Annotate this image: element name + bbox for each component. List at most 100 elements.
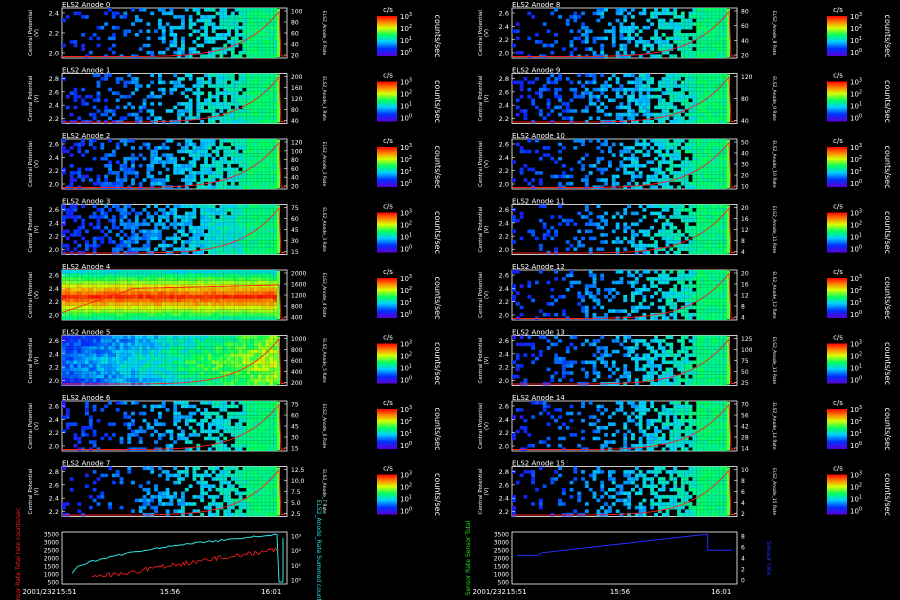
spectrogram-cell [188, 116, 193, 120]
spectrogram-cell [173, 277, 178, 281]
spectrogram-cell [265, 208, 270, 212]
spectrogram-cell [73, 312, 78, 317]
spectrogram-cell [111, 215, 116, 219]
spectrogram-cell [684, 25, 689, 30]
spectrogram-cell [257, 346, 262, 350]
left-y-axis: 2.62.42.22.0Central Potential (V) [28, 272, 65, 320]
spectrogram-cell [269, 43, 274, 48]
spectrogram-cell [242, 47, 247, 51]
spectrogram-cell [188, 309, 193, 313]
spectrogram-cell [707, 47, 712, 51]
spectrogram-cell [65, 411, 70, 416]
spectrogram-cell [265, 50, 270, 55]
spectrogram-cell [619, 33, 624, 37]
spectrogram-cell [269, 236, 274, 241]
spectrogram-cell [134, 312, 139, 317]
spectrogram-cell [542, 22, 547, 26]
spectrogram-cell [238, 218, 243, 223]
spectrogram-cell [62, 505, 66, 510]
spectrogram-cell [230, 15, 235, 19]
spectrogram-cell [204, 381, 208, 386]
spectrogram-cell [177, 498, 182, 503]
spectrogram-cell [115, 360, 120, 365]
spectrogram-cell [565, 105, 570, 110]
spectrogram-cell [250, 401, 254, 405]
spectrogram-cell [204, 233, 208, 237]
spectrogram-cell [665, 25, 670, 30]
spectrogram-cell [627, 29, 632, 33]
spectrogram-cell [230, 54, 235, 58]
colorbar: c/s100101102103 counts/sec [377, 6, 442, 57]
spectrogram-cell [273, 498, 278, 503]
spectrogram-cell [173, 33, 178, 37]
spectrogram-cell [150, 167, 155, 172]
spectrogram-cell [261, 164, 266, 168]
spectrogram-cell [196, 353, 201, 357]
spectrogram-cell [250, 139, 254, 143]
spectrogram-cell [69, 171, 74, 175]
spectrogram-cell [719, 29, 724, 33]
spectrogram-cell [131, 164, 135, 168]
spectrogram-cell [158, 498, 162, 503]
spectrogram-cell [254, 77, 258, 81]
spectrogram-cell [192, 229, 197, 234]
spectrogram-cell [223, 119, 228, 124]
spectrogram-cell [127, 222, 132, 226]
spectrogram-cell [177, 378, 182, 382]
spectrogram-cell [85, 247, 89, 251]
spectrogram-cell [215, 273, 220, 278]
spectrogram-cell [242, 295, 247, 299]
spectrogram-cell [238, 443, 243, 448]
spectrogram-cell [158, 94, 162, 99]
spectrogram-cell [265, 477, 270, 481]
colorbar-gradient [377, 147, 397, 187]
spectrogram-cell [219, 346, 224, 350]
spectrogram-cell [146, 378, 151, 382]
spectrogram-cell [223, 339, 228, 343]
spectrogram-cell [680, 25, 685, 30]
rate-tick-label: 40 [741, 38, 749, 45]
spectrogram-cell [238, 509, 243, 513]
spectrogram-cell [154, 178, 158, 182]
spectrogram-cell [230, 477, 235, 481]
spectrogram-cell [234, 139, 239, 143]
spectrogram-cell [196, 480, 201, 485]
rate-tick-label: 120 [291, 96, 303, 103]
spectrogram-cell [146, 374, 151, 379]
spectrogram-cell [215, 447, 220, 451]
spectrogram-cell [161, 146, 166, 150]
spectrogram-cell [523, 109, 528, 113]
spectrogram-cell [211, 54, 216, 58]
spectrogram-cell [134, 374, 139, 379]
spectrogram-cell [223, 360, 228, 365]
spectrogram-cell [234, 22, 239, 26]
spectrogram-cell [215, 429, 220, 434]
spectrogram-cell [204, 8, 208, 12]
spectrogram-cell [181, 240, 185, 244]
spectrogram-cell [665, 22, 670, 26]
spectrogram-cell [173, 349, 178, 354]
spectrogram-cell [173, 415, 178, 419]
spectrogram-cell [123, 208, 128, 212]
spectrogram-cell [92, 312, 97, 317]
spectrogram-cell [608, 84, 612, 88]
spectrogram-cell [108, 356, 112, 361]
spectrogram-cell [219, 280, 224, 285]
spectrogram-cell [192, 302, 197, 306]
spectrogram-cell [123, 305, 128, 310]
spectrogram-cell [211, 215, 216, 219]
spectrogram-cell [230, 415, 235, 419]
spectrogram-cell [242, 240, 247, 244]
spectrogram-cell [257, 139, 262, 143]
spectrogram-cell [265, 381, 270, 386]
spectrogram-cell [238, 418, 243, 423]
spectrogram-cell [200, 374, 205, 379]
spectrogram-cell [215, 312, 220, 317]
spectrogram-cell [219, 447, 224, 451]
spectrogram-cell [619, 112, 624, 117]
spectrogram-cell [265, 305, 270, 310]
colorbar-gradient [377, 409, 397, 449]
spectrogram-cell [131, 247, 135, 251]
spectrogram-cell [246, 426, 251, 430]
spectrogram-cell [169, 349, 174, 354]
